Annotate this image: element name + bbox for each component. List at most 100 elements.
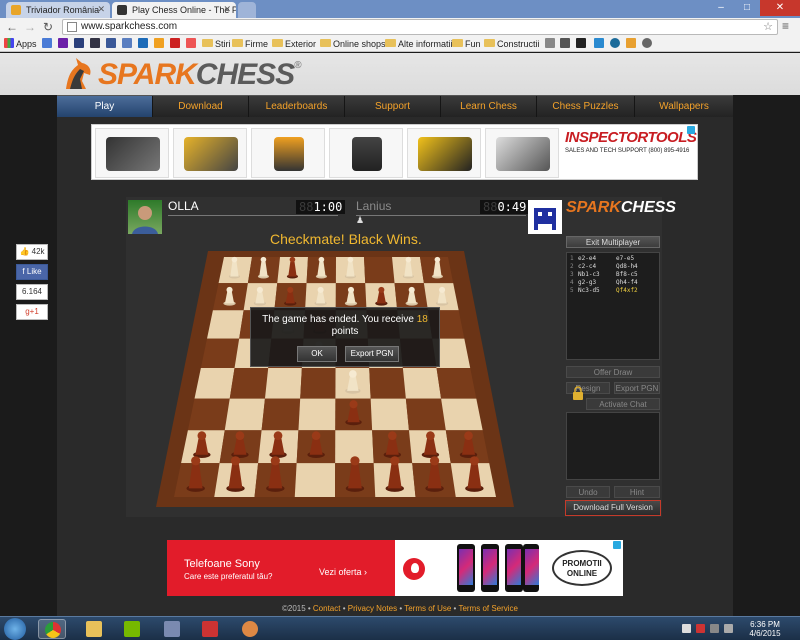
maximize-icon[interactable]: □ bbox=[734, 0, 760, 16]
bookmark-apps[interactable]: Apps bbox=[4, 38, 37, 50]
windows-start-icon[interactable] bbox=[4, 618, 26, 640]
ad-product[interactable] bbox=[329, 128, 403, 178]
chrome-menu-icon[interactable]: ≡ bbox=[782, 19, 789, 33]
bookmark-site[interactable] bbox=[90, 38, 102, 50]
bookmark-site[interactable] bbox=[642, 38, 654, 50]
board-square[interactable] bbox=[224, 398, 265, 431]
bookmark-google[interactable] bbox=[42, 38, 54, 50]
bookmark-firme[interactable]: Firme bbox=[232, 38, 268, 50]
site-logo[interactable]: SPARKCHESS® bbox=[98, 58, 302, 92]
tab-sparkchess[interactable]: Play Chess Online - The P ✕ bbox=[112, 2, 236, 18]
nav-download[interactable]: Download bbox=[153, 96, 249, 118]
reload-icon[interactable]: ↻ bbox=[40, 19, 56, 35]
taskbar-app-120x[interactable] bbox=[196, 619, 224, 639]
bookmark-facebook[interactable] bbox=[106, 38, 118, 50]
bookmark-site[interactable] bbox=[626, 38, 638, 50]
activate-chat-button[interactable]: Activate Chat bbox=[586, 398, 660, 410]
bookmark-site[interactable] bbox=[560, 38, 572, 50]
tray-volume-icon[interactable] bbox=[724, 624, 733, 633]
bookmark-site[interactable] bbox=[74, 38, 86, 50]
adchoices-icon[interactable] bbox=[687, 126, 695, 134]
move-list[interactable]: 1 e2-e4 e7-e5 2 c2-c4 Qd8-h4 3 Nb1-c3 Bf8-c5 4 g2-… bbox=[566, 252, 660, 360]
nav-support[interactable]: Support bbox=[345, 96, 441, 118]
bookmark-exterior[interactable]: Exterior bbox=[272, 38, 316, 50]
board-square[interactable] bbox=[261, 398, 301, 431]
chess-board[interactable] bbox=[156, 249, 514, 517]
undo-button[interactable]: Undo bbox=[566, 486, 610, 498]
bookmark-constructii[interactable]: Constructii bbox=[484, 38, 540, 50]
download-full-version-button[interactable]: Download Full Version bbox=[565, 500, 661, 516]
bookmark-site[interactable] bbox=[610, 38, 622, 50]
board-square[interactable] bbox=[300, 368, 336, 399]
address-bar[interactable]: www.sparkchess.com ☆ bbox=[62, 19, 778, 35]
board-square[interactable] bbox=[405, 398, 446, 431]
export-pgn-button[interactable]: Export PGN bbox=[345, 346, 399, 362]
hint-button[interactable]: Hint bbox=[614, 486, 660, 498]
bookmark-yahoo[interactable] bbox=[58, 38, 70, 50]
promotii-online-badge[interactable]: PROMOTII ONLINE bbox=[552, 550, 612, 586]
bookmark-site[interactable] bbox=[545, 38, 557, 50]
tray-network-icon[interactable] bbox=[710, 624, 719, 633]
board-square[interactable] bbox=[229, 368, 269, 399]
taskbar-nvidia[interactable] bbox=[118, 619, 146, 639]
tab-triviador[interactable]: Triviador România ✕ bbox=[6, 2, 110, 18]
board-square[interactable] bbox=[364, 257, 395, 284]
ok-button[interactable]: OK bbox=[297, 346, 337, 362]
chat-box[interactable] bbox=[566, 412, 660, 480]
board-square[interactable] bbox=[402, 368, 442, 399]
google-plus-button[interactable]: g+1 bbox=[16, 304, 48, 320]
view-offer-link[interactable]: Vezi oferta › bbox=[319, 567, 367, 577]
bookmark-site[interactable] bbox=[154, 38, 166, 50]
bookmark-site[interactable] bbox=[186, 38, 198, 50]
exit-multiplayer-button[interactable]: Exit Multiplayer bbox=[566, 236, 660, 248]
nav-chess-puzzles[interactable]: Chess Puzzles bbox=[537, 96, 635, 118]
top-advertisement[interactable]: INSPECTORTOOLS SALES AND TECH SUPPORT (8… bbox=[91, 124, 698, 180]
tray-app-icon[interactable] bbox=[696, 624, 705, 633]
taskbar-chrome[interactable] bbox=[38, 619, 66, 639]
bookmark-site[interactable] bbox=[122, 38, 134, 50]
bookmark-fun[interactable]: Fun bbox=[452, 38, 481, 50]
board-square[interactable] bbox=[187, 398, 230, 431]
board-square[interactable] bbox=[200, 338, 240, 368]
bookmark-star-icon[interactable]: ☆ bbox=[763, 20, 773, 33]
taskbar-explorer[interactable] bbox=[80, 619, 108, 639]
board-square[interactable] bbox=[369, 368, 406, 399]
board-square[interactable] bbox=[298, 398, 336, 431]
board-square[interactable] bbox=[194, 368, 235, 399]
board-square[interactable] bbox=[294, 463, 336, 497]
nav-wallpapers[interactable]: Wallpapers bbox=[635, 96, 733, 118]
minimize-icon[interactable]: – bbox=[708, 0, 734, 16]
nav-play[interactable]: Play bbox=[57, 96, 153, 118]
footer-link-terms-service[interactable]: Terms of Service bbox=[458, 604, 518, 613]
board-square[interactable] bbox=[207, 310, 244, 339]
board-square[interactable] bbox=[436, 368, 477, 399]
nav-leaderboards[interactable]: Leaderboards bbox=[249, 96, 345, 118]
close-icon[interactable]: ✕ bbox=[97, 4, 105, 15]
ad-product[interactable] bbox=[95, 128, 169, 178]
facebook-like-button[interactable]: f Like bbox=[16, 264, 48, 280]
window-close-icon[interactable]: ✕ bbox=[760, 0, 800, 16]
ad-product[interactable] bbox=[173, 128, 247, 178]
footer-link-contact[interactable]: Contact bbox=[313, 604, 341, 613]
bookmark-site[interactable] bbox=[138, 38, 150, 50]
bookmark-site[interactable] bbox=[576, 38, 588, 50]
board-square[interactable] bbox=[264, 368, 302, 399]
footer-link-privacy[interactable]: Privacy Notes bbox=[348, 604, 397, 613]
bookmark-stiri[interactable]: Stiri bbox=[202, 38, 231, 50]
board-square[interactable] bbox=[370, 398, 409, 431]
adchoices-icon[interactable] bbox=[613, 541, 621, 549]
back-arrow-icon[interactable]: ← bbox=[4, 19, 20, 35]
new-tab-button[interactable] bbox=[238, 2, 256, 18]
footer-link-terms-use[interactable]: Terms of Use bbox=[404, 604, 451, 613]
ad-product[interactable] bbox=[251, 128, 325, 178]
bookmark-alte-informatii[interactable]: Alte informatii bbox=[385, 38, 453, 50]
nav-learn-chess[interactable]: Learn Chess bbox=[441, 96, 537, 118]
taskbar-clock[interactable]: 6:36 PM 4/6/2015 bbox=[742, 620, 788, 638]
forward-arrow-icon[interactable]: → bbox=[22, 19, 38, 35]
ad-product[interactable] bbox=[485, 128, 559, 178]
bookmark-site[interactable] bbox=[170, 38, 182, 50]
bookmark-site[interactable] bbox=[594, 38, 606, 50]
offer-draw-button[interactable]: Offer Draw bbox=[566, 366, 660, 378]
close-icon[interactable]: ✕ bbox=[223, 4, 231, 15]
board-square[interactable] bbox=[441, 398, 483, 431]
